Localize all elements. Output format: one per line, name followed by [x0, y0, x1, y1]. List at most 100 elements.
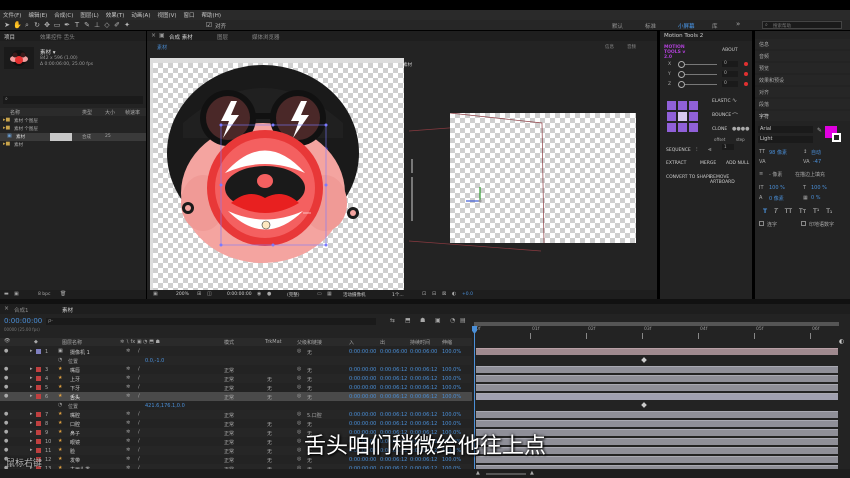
parent-select[interactable]: 无 — [307, 376, 312, 383]
stretch-value[interactable]: 100.0% — [442, 349, 461, 355]
slider-y-knob[interactable] — [678, 71, 685, 78]
stretch-value[interactable]: 100.0% — [442, 394, 461, 400]
menu-item[interactable]: 文件(F) — [3, 11, 21, 19]
leading-value[interactable]: 自动 — [811, 149, 821, 156]
list-item[interactable]: ▸■ 素材 个图层 — [0, 125, 146, 133]
header-trkmat[interactable]: TrkMat — [265, 339, 282, 345]
quality-switch-icon[interactable]: ∕ — [138, 375, 140, 381]
merge-button[interactable]: MERGE — [700, 161, 716, 166]
anchor-top[interactable] — [678, 101, 687, 110]
motion-tools-tab[interactable]: Motion Tools 2 — [664, 33, 703, 39]
property-row[interactable]: ◔ 位置 0.0,-1.0 — [0, 356, 472, 365]
duration-value[interactable]: 0:00:06:00 — [410, 349, 437, 355]
panel-audio[interactable]: 音频 — [759, 53, 769, 60]
anchor-bottom-left[interactable] — [667, 123, 676, 132]
z-keyframe-icon[interactable] — [744, 82, 748, 86]
always-preview-icon[interactable]: ▣ — [153, 291, 158, 297]
stopwatch-icon[interactable]: ◔ — [58, 357, 62, 363]
tab-footage[interactable]: 媒体浏览器 — [252, 33, 280, 41]
visibility-eye-icon[interactable]: ● — [4, 393, 8, 399]
col-size[interactable]: 大小 — [105, 109, 115, 116]
eyedropper-icon[interactable]: ✎ — [817, 127, 822, 134]
header-parent[interactable]: 父级和链接 — [297, 339, 322, 346]
menu-item[interactable]: 窗口 — [184, 11, 195, 19]
zoom-slider[interactable] — [486, 473, 526, 475]
audio-tab[interactable]: 音频 — [627, 44, 636, 50]
clone-button[interactable]: CLONE — [712, 127, 727, 132]
resolution-select[interactable]: (完整) — [287, 292, 300, 298]
trkmat-select[interactable]: 无 — [267, 394, 272, 401]
visibility-eye-icon[interactable]: ● — [4, 366, 8, 372]
anchor-top-left[interactable] — [667, 101, 676, 110]
visibility-eye-icon[interactable]: ● — [4, 411, 8, 417]
bit-depth[interactable]: 8 bpc — [38, 292, 50, 297]
tracking-value[interactable]: -47 — [813, 159, 821, 165]
duration-value[interactable]: 0:00:06:12 — [410, 385, 437, 391]
motion-blur-icon[interactable]: ◔ — [450, 317, 455, 324]
stretch-value[interactable]: 100.0% — [442, 376, 461, 382]
anchor-center[interactable] — [678, 112, 687, 121]
quality-switch-icon[interactable]: ∕ — [138, 393, 140, 399]
fast-preview-icon[interactable]: ⊡ — [422, 291, 426, 297]
timeline-search[interactable]: ρ- — [46, 318, 376, 325]
in-point[interactable]: 0:00:00:00 — [349, 421, 376, 427]
expand-arrow-icon[interactable]: ▸ — [30, 366, 33, 372]
property-value[interactable]: 0.0,-1.0 — [145, 358, 164, 364]
blend-mode-select[interactable]: 正常 — [224, 421, 234, 428]
pickwhip-icon[interactable]: ◎ — [297, 420, 301, 426]
exposure-value[interactable]: +0.0 — [462, 292, 473, 297]
small-caps-button[interactable]: Tт — [799, 208, 806, 216]
zoom-in-icon[interactable]: ▲ — [530, 470, 534, 476]
menu-item[interactable]: 编辑(E) — [28, 11, 47, 19]
panel-align[interactable]: 对齐 — [759, 89, 769, 96]
trkmat-select[interactable]: 无 — [267, 376, 272, 383]
col-name[interactable]: 名称 — [10, 109, 20, 116]
lock-icon[interactable]: ▣ — [159, 32, 165, 39]
stroke-color-swatch[interactable] — [832, 133, 841, 142]
quality-switch-icon[interactable]: ∕ — [138, 420, 140, 426]
layer-name[interactable]: 嘴唇 — [70, 367, 80, 374]
pickwhip-icon[interactable]: ◎ — [297, 393, 301, 399]
menu-item[interactable]: 效果(T) — [106, 11, 125, 19]
out-point[interactable]: 0:00:06:12 — [380, 385, 407, 391]
hindi-digits-checkbox[interactable] — [801, 221, 806, 226]
tab-timeline-comp[interactable]: 素材 — [62, 306, 73, 314]
roto-tool-icon[interactable]: ✐ — [113, 21, 121, 29]
header-layer-name[interactable]: 图层名称 — [62, 339, 82, 346]
table-row[interactable]: ● ▸ 1 ▣ 摄像机 1 ✲ ∕ ◎ 无 0:00:00:00 0:00:06:00 0:00:06… — [0, 347, 472, 356]
panel-paragraph[interactable]: 段落 — [759, 101, 769, 108]
stretch-value[interactable]: 100.0% — [442, 421, 461, 427]
out-point[interactable]: 0:00:06:12 — [380, 394, 407, 400]
property-value[interactable]: 421.6,176.1,0.0 — [145, 403, 185, 409]
layer-name[interactable]: 嘴腔 — [70, 412, 80, 419]
mask-icon[interactable]: ◫ — [207, 291, 212, 297]
pen-tool-icon[interactable]: ✒ — [63, 21, 71, 29]
hand-tool-icon[interactable]: ✋ — [13, 21, 22, 29]
workspace-library[interactable]: 库 — [712, 22, 718, 30]
table-row[interactable]: ● ▸ 3 ★ 嘴唇 ✲ ∕ 正常 ◎ 无 0:00:00:00 0:00:06:12 0:00:06:… — [0, 365, 472, 374]
in-point[interactable]: 0:00:00:00 — [349, 367, 376, 373]
property-row[interactable]: ◔ 位置 421.6,176.1,0.0 — [0, 401, 472, 410]
info-tab[interactable]: 信息 — [605, 44, 614, 50]
header-mode[interactable]: 模式 — [224, 339, 234, 346]
comp-breadcrumb[interactable]: 素材 — [157, 44, 167, 51]
expand-arrow-icon[interactable]: ▸ — [30, 393, 33, 399]
layer-name[interactable]: 舌头 — [70, 394, 80, 401]
pan-behind-tool-icon[interactable]: ✥ — [43, 21, 51, 29]
puppet-tool-icon[interactable]: ✦ — [123, 21, 131, 29]
duration-value[interactable]: 0:00:06:12 — [410, 376, 437, 382]
parent-select[interactable]: 无 — [307, 349, 312, 356]
new-comp-icon[interactable]: ▣ — [14, 291, 19, 297]
all-caps-button[interactable]: TT — [785, 208, 792, 216]
close-tab-icon[interactable]: × — [151, 32, 156, 39]
label-color-chip[interactable] — [36, 412, 41, 417]
comp-mini-flowchart-icon[interactable]: ⇆ — [390, 317, 395, 324]
pickwhip-icon[interactable]: ◎ — [297, 348, 301, 354]
anchor-bottom[interactable] — [678, 123, 687, 132]
eraser-tool-icon[interactable]: ◇ — [103, 21, 111, 29]
layer-bar[interactable] — [476, 384, 838, 391]
label-color-chip[interactable] — [36, 367, 41, 372]
about-button[interactable]: ABOUT — [722, 48, 738, 53]
label-color-chip[interactable] — [36, 376, 41, 381]
header-stretch[interactable]: 伸缩 — [442, 339, 452, 346]
